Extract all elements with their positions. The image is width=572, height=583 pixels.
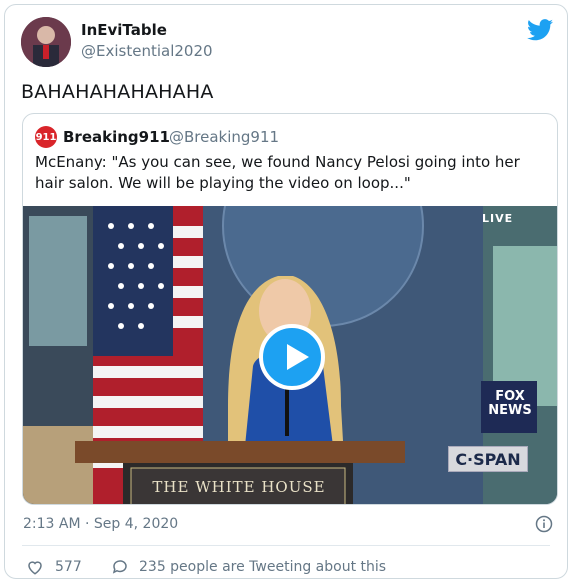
fox-label: FOX bbox=[495, 389, 525, 404]
podium-label: THE WHITE HOUSE bbox=[152, 478, 326, 496]
tweet-text: BAHAHAHAHAHAHA bbox=[21, 81, 214, 103]
divider bbox=[22, 545, 550, 546]
cspan-logo: C·SPAN bbox=[448, 446, 528, 472]
tweet-timestamp[interactable]: 2:13 AM · Sep 4, 2020 bbox=[23, 516, 178, 532]
heart-icon[interactable] bbox=[26, 558, 44, 576]
quoted-avatar[interactable]: 911 bbox=[35, 126, 57, 148]
news-label: NEWS bbox=[488, 403, 532, 418]
info-icon[interactable] bbox=[535, 515, 553, 533]
fox-news-logo: FOX NEWS bbox=[485, 382, 535, 428]
quoted-tweet[interactable]: 911 Breaking911 @Breaking911 McEnany: "A… bbox=[22, 113, 558, 505]
user-avatar[interactable] bbox=[21, 17, 71, 67]
user-handle[interactable]: @Existential2020 bbox=[81, 42, 213, 60]
like-count[interactable]: 577 bbox=[55, 559, 82, 575]
live-badge: LIVE bbox=[482, 212, 514, 225]
tweet-card[interactable]: InEviTable @Existential2020 BAHAHAHAHAHA… bbox=[4, 4, 568, 579]
quoted-display-name[interactable]: Breaking911 bbox=[63, 128, 170, 146]
play-button[interactable] bbox=[259, 324, 325, 390]
display-name[interactable]: InEviTable bbox=[81, 21, 167, 39]
video-player[interactable]: LIVE FOX NEWS C·SPAN THE WHITE HOUSE bbox=[23, 206, 557, 504]
play-icon bbox=[287, 344, 309, 370]
quoted-tweet-text: McEnany: "As you can see, we found Nancy… bbox=[35, 153, 520, 192]
quoted-handle[interactable]: @Breaking911 bbox=[169, 128, 279, 146]
tweeting-about-link[interactable]: 235 people are Tweeting about this bbox=[139, 559, 386, 575]
comment-bubble-icon[interactable] bbox=[111, 558, 129, 576]
twitter-bird-icon[interactable] bbox=[527, 19, 553, 41]
